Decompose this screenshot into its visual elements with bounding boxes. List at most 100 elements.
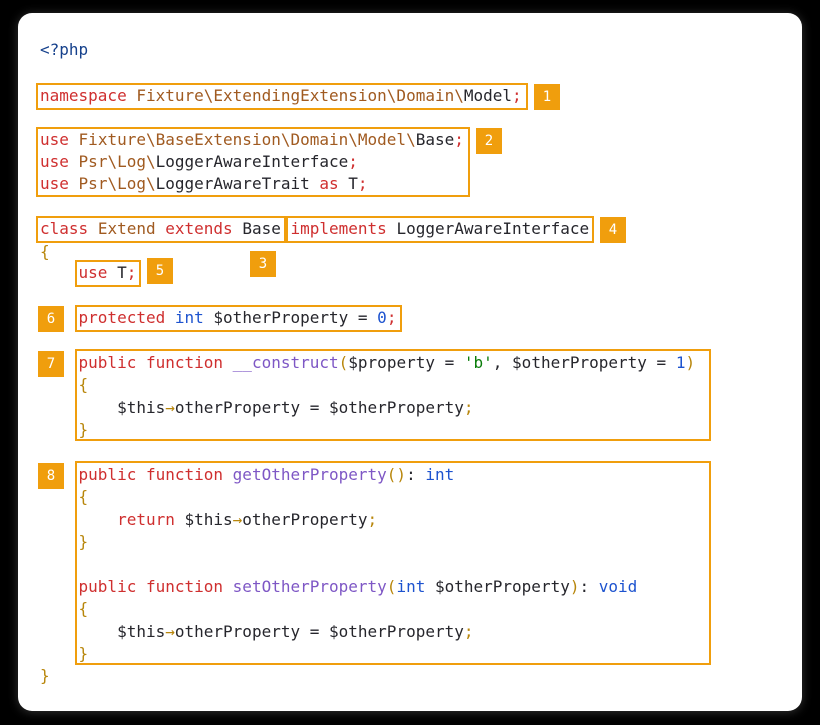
code-token-br: } <box>79 420 89 439</box>
code-token-id <box>69 174 79 193</box>
code-line: } <box>40 643 88 665</box>
annotation-badge-6: 6 <box>38 306 64 332</box>
code-token-kw: public <box>79 353 137 372</box>
code-line: $this→otherProperty = $otherProperty; <box>40 621 474 643</box>
code-layer: <?phpnamespace Fixture\ExtendingExtensio… <box>0 0 820 725</box>
code-line: { <box>40 241 50 263</box>
code-line: use Fixture\BaseExtension\Domain\Model\B… <box>40 129 464 151</box>
code-token-br: } <box>79 644 89 663</box>
code-token-id <box>40 577 79 596</box>
code-line: use T; <box>40 262 136 284</box>
code-line: namespace Fixture\ExtendingExtension\Dom… <box>40 85 522 107</box>
annotation-badge-1: 1 <box>534 84 560 110</box>
code-token-fn: getOtherProperty <box>233 465 387 484</box>
code-token-id <box>136 465 146 484</box>
code-token-kw: ; <box>512 86 522 105</box>
code-line: use Psr\Log\LoggerAwareTrait as T; <box>40 173 368 195</box>
code-token-kw: return <box>117 510 175 529</box>
code-token-br: ) <box>685 353 695 372</box>
code-token-br: ( <box>387 577 397 596</box>
code-token-id <box>40 599 79 618</box>
code-token-kw: implements <box>290 219 386 238</box>
code-token-br: { <box>79 375 89 394</box>
code-token-kw: use <box>40 174 69 193</box>
code-token-kw: namespace <box>40 86 127 105</box>
code-token-fn: __construct <box>233 353 339 372</box>
annotation-badge-5: 5 <box>147 258 173 284</box>
code-token-br: ( <box>339 353 349 372</box>
code-token-kw: protected <box>79 308 166 327</box>
code-token-num: 0 <box>377 308 387 327</box>
code-token-id <box>136 577 146 596</box>
code-token-br: } <box>79 532 89 551</box>
code-token-br: ; <box>464 398 474 417</box>
code-token-id <box>223 353 233 372</box>
code-token-id <box>165 308 175 327</box>
code-token-id <box>136 353 146 372</box>
code-token-kw: public <box>79 577 137 596</box>
code-token-id: LoggerAwareTrait <box>156 174 310 193</box>
code-token-id <box>223 465 233 484</box>
code-token-id: : <box>406 465 425 484</box>
code-token-br: { <box>79 599 89 618</box>
code-token-ns: Psr\Log\ <box>79 174 156 193</box>
code-token-ns: Psr\Log\ <box>79 152 156 171</box>
code-token-kw: ; <box>387 308 397 327</box>
code-token-id <box>40 510 117 529</box>
code-line: public function getOtherProperty(): int <box>40 464 454 486</box>
code-token-br: () <box>387 465 406 484</box>
code-token-kw: ; <box>454 130 464 149</box>
code-line: } <box>40 531 88 553</box>
annotation-badge-7: 7 <box>38 351 64 377</box>
code-token-id: otherProperty = $otherProperty <box>175 622 464 641</box>
code-token-ty: int <box>175 308 204 327</box>
code-token-id: LoggerAwareInterface <box>156 152 349 171</box>
code-token-id <box>69 152 79 171</box>
code-line: { <box>40 374 88 396</box>
code-line: class Extend extends Base implements Log… <box>40 218 589 240</box>
code-token-br: → <box>233 510 243 529</box>
code-token-kw: use <box>40 152 69 171</box>
annotation-badge-8: 8 <box>38 463 64 489</box>
code-token-id: $otherProperty = <box>204 308 377 327</box>
code-token-ty: int <box>425 465 454 484</box>
code-token-kw: extends <box>165 219 232 238</box>
code-token-id <box>156 219 166 238</box>
code-token-id: otherProperty = $otherProperty <box>175 398 464 417</box>
code-token-id: $this <box>40 622 165 641</box>
code-token-num: 1 <box>676 353 686 372</box>
code-token-ns: Extend <box>98 219 156 238</box>
code-token-ty: void <box>599 577 638 596</box>
code-token-ns: Fixture\BaseExtension\Domain\Model\ <box>79 130 416 149</box>
code-line: $this→otherProperty = $otherProperty; <box>40 397 474 419</box>
code-token-id: Base <box>416 130 455 149</box>
code-token-ns: Fixture\ExtendingExtension\Domain\ <box>136 86 464 105</box>
code-token-id <box>223 577 233 596</box>
annotation-badge-3: 3 <box>250 251 276 277</box>
code-line: use Psr\Log\LoggerAwareInterface; <box>40 151 358 173</box>
code-token-id <box>69 130 79 149</box>
code-token-br: ; <box>464 622 474 641</box>
code-token-id: Model <box>464 86 512 105</box>
code-token-id <box>40 375 79 394</box>
code-token-str: 'b' <box>464 353 493 372</box>
code-token-id: Base <box>233 219 291 238</box>
code-token-br: → <box>165 622 175 641</box>
code-token-kw: function <box>146 577 223 596</box>
code-token-br: { <box>40 242 50 261</box>
code-token-kw: use <box>79 263 108 282</box>
code-token-kw: as <box>319 174 338 193</box>
code-token-id: LoggerAwareInterface <box>387 219 589 238</box>
code-line: } <box>40 419 88 441</box>
code-token-id <box>40 487 79 506</box>
code-token-id <box>40 420 79 439</box>
code-line: protected int $otherProperty = 0; <box>40 307 396 329</box>
code-token-kw: function <box>146 353 223 372</box>
code-token-id: otherProperty <box>242 510 367 529</box>
code-token-kw: ; <box>127 263 137 282</box>
code-token-kw: ; <box>358 174 368 193</box>
code-token-br: → <box>165 398 175 417</box>
code-line: public function setOtherProperty(int $ot… <box>40 576 637 598</box>
code-token-kw: function <box>146 465 223 484</box>
annotation-badge-2: 2 <box>476 128 502 154</box>
